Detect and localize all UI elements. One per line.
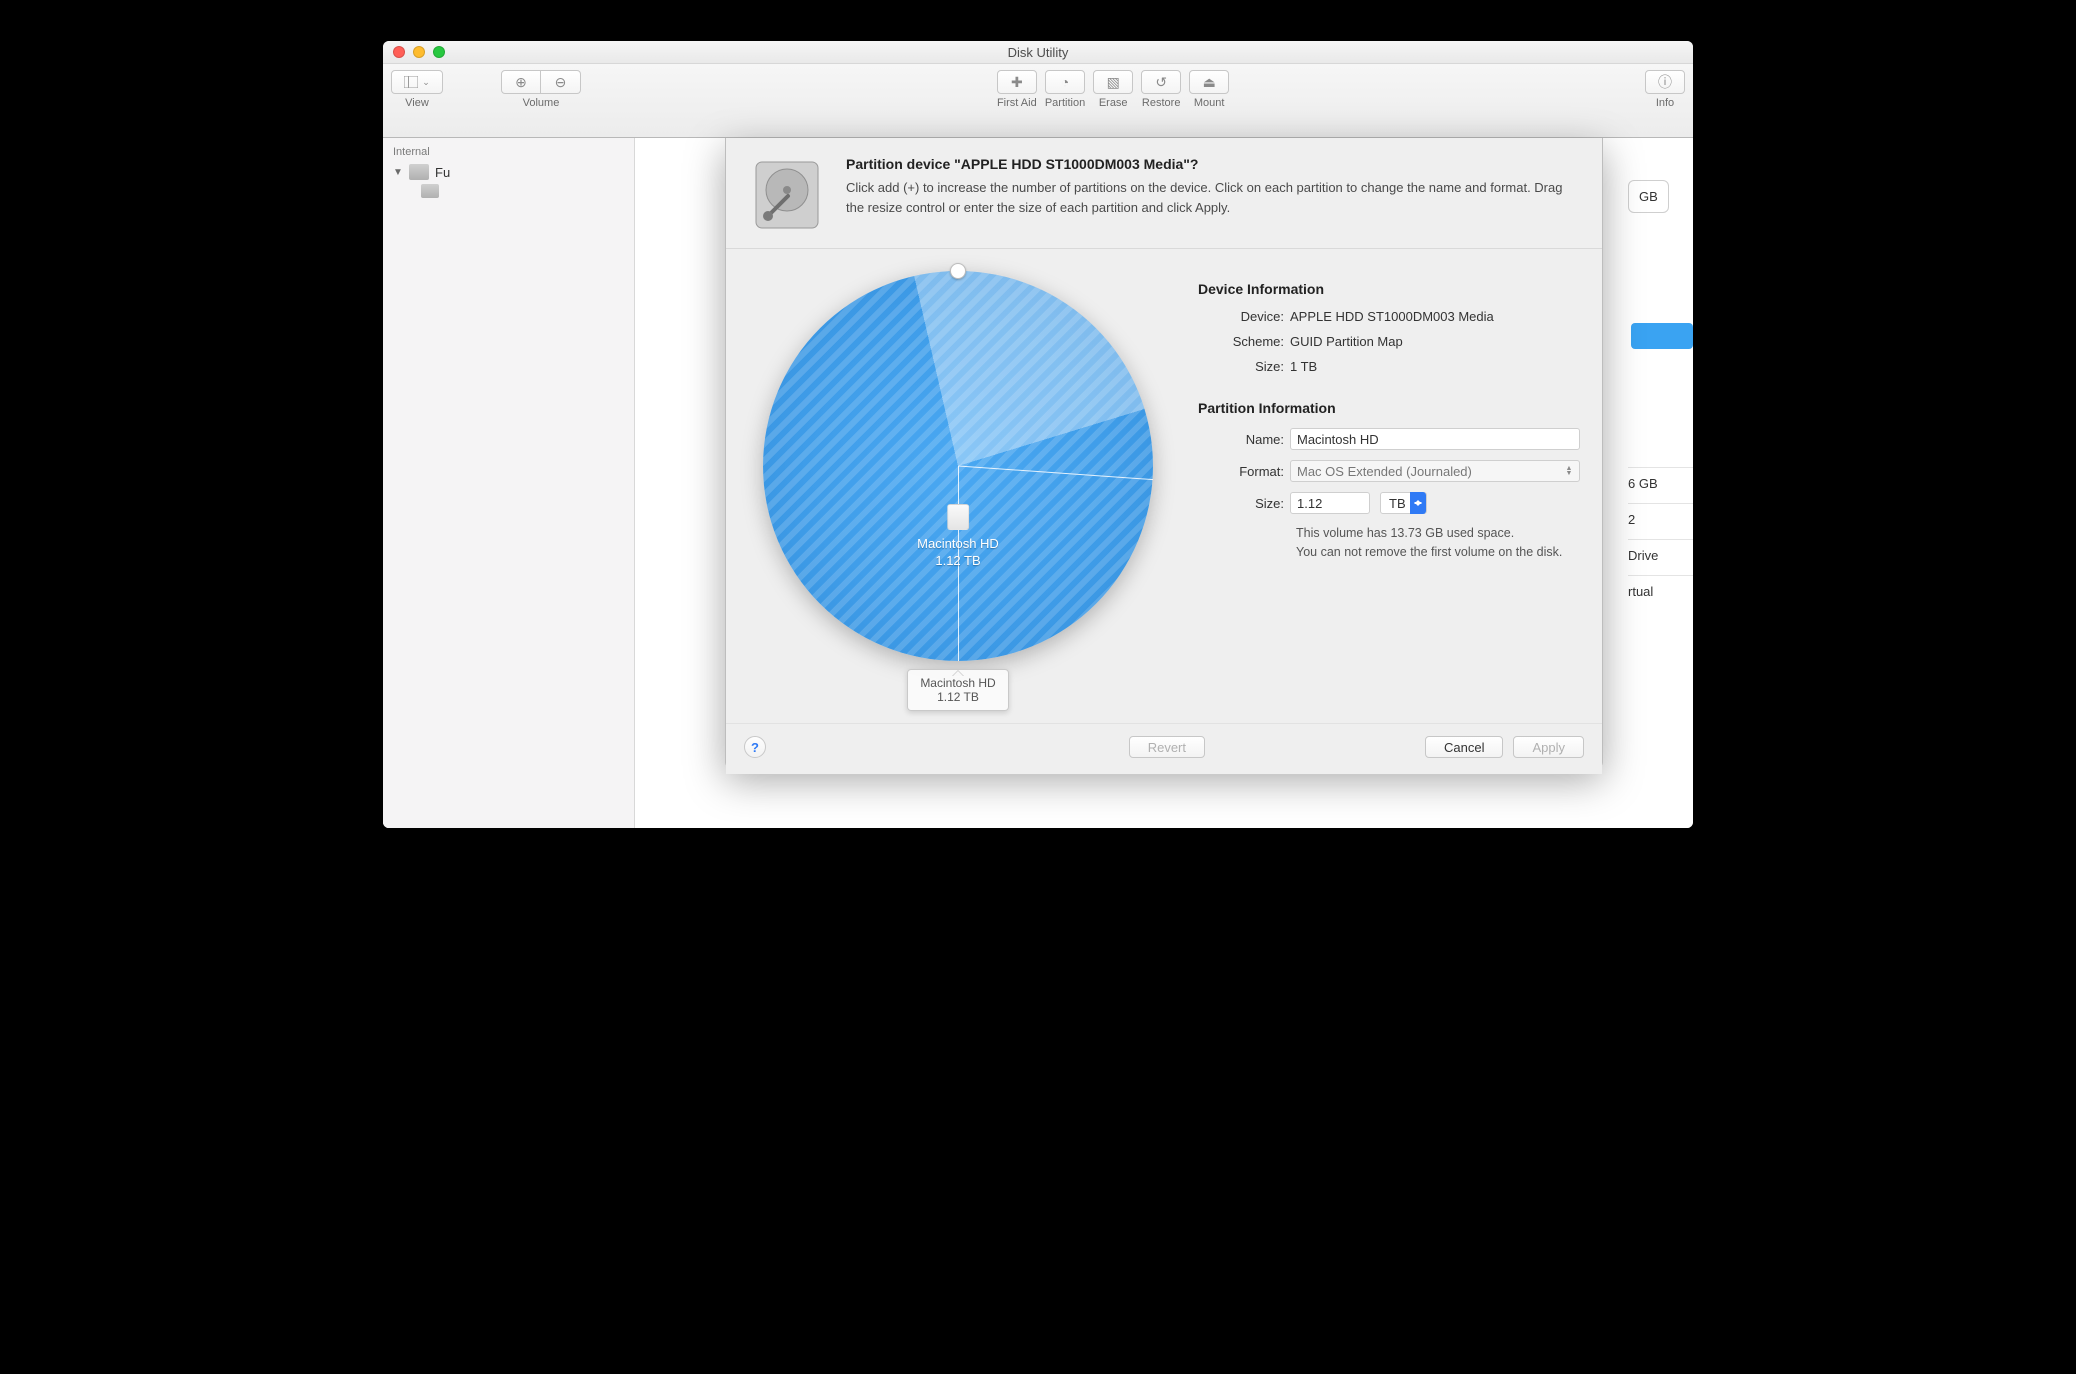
app-window: Disk Utility ⌄ View ⊕ ⊖ Volume ✚ First A… (383, 41, 1693, 828)
minimize-icon[interactable] (413, 46, 425, 58)
mount-label: Mount (1194, 97, 1225, 109)
info-label: Info (1656, 97, 1674, 109)
volume-remove-button[interactable]: ⊖ (541, 70, 581, 94)
partition-sheet: Partition device "APPLE HDD ST1000DM003 … (725, 138, 1603, 768)
bg-usage-bar (1631, 323, 1693, 349)
bg-row: rtual (1628, 575, 1693, 607)
drive-icon (409, 164, 429, 180)
partition-label: Partition (1045, 97, 1085, 109)
eject-icon: ⏏ (1203, 74, 1216, 91)
stethoscope-icon: ✚ (1011, 74, 1023, 91)
pie-slice-label: Macintosh HD 1.12 TB (917, 504, 999, 568)
info-button[interactable]: ⓘ (1645, 70, 1685, 94)
sidebar-item-label: Fu (435, 165, 450, 180)
scheme-label: Scheme: (1198, 334, 1290, 349)
toolbar: ⌄ View ⊕ ⊖ Volume ✚ First Aid ◔ Partitio… (383, 64, 1693, 138)
partition-size-input[interactable] (1290, 492, 1370, 514)
pie-slice-size: 1.12 TB (935, 553, 980, 568)
window-title: Disk Utility (383, 45, 1693, 60)
restore-icon: ↺ (1155, 74, 1167, 91)
erase-label: Erase (1099, 97, 1128, 109)
volume-add-button[interactable]: ⊕ (501, 70, 541, 94)
name-label: Name: (1198, 432, 1290, 447)
bg-row: 6 GB (1628, 467, 1693, 499)
sidebar-section: Internal (383, 142, 634, 162)
device-value: APPLE HDD ST1000DM003 Media (1290, 309, 1494, 324)
partition-pie[interactable]: Macintosh HD 1.12 TB (763, 271, 1153, 661)
volume-label: Volume (523, 97, 560, 109)
titlebar: Disk Utility (383, 41, 1693, 64)
info-icon: ⓘ (1658, 72, 1672, 92)
bg-row: Drive (1628, 539, 1693, 571)
sidebar: Internal ▼ Fu (383, 138, 635, 828)
pie-slice-name: Macintosh HD (917, 536, 999, 551)
sidebar-item-volume[interactable] (383, 182, 634, 200)
device-info-heading: Device Information (1198, 281, 1580, 297)
format-label: Format: (1198, 464, 1290, 479)
volume-icon (947, 504, 969, 530)
background-panel: GB 6 GB 2 Drive rtual (1628, 178, 1693, 828)
bg-size-pill[interactable]: GB (1628, 180, 1669, 213)
partition-info-heading: Partition Information (1198, 400, 1580, 416)
view-button[interactable]: ⌄ (391, 70, 443, 94)
device-label: Device: (1198, 309, 1290, 324)
stepper-icon: ▲▼ (1565, 466, 1573, 476)
sidebar-icon (404, 76, 418, 88)
device-size-value: 1 TB (1290, 359, 1317, 374)
sheet-description: Click add (+) to increase the number of … (846, 178, 1580, 217)
plus-volume-icon: ⊕ (515, 74, 527, 91)
cancel-button[interactable]: Cancel (1425, 736, 1503, 758)
chevron-updown-icon (1410, 492, 1426, 514)
minus-volume-icon: ⊖ (555, 74, 567, 91)
apply-button[interactable]: Apply (1513, 736, 1584, 758)
close-icon[interactable] (393, 46, 405, 58)
restore-label: Restore (1142, 97, 1181, 109)
size-note-line1: This volume has 13.73 GB used space. (1198, 524, 1580, 543)
sidebar-item-disk[interactable]: ▼ Fu (383, 162, 634, 182)
resize-handle[interactable] (950, 263, 966, 279)
help-button[interactable]: ? (744, 736, 766, 758)
size-unit-value: TB (1389, 496, 1406, 511)
size-unit-select[interactable]: TB (1380, 492, 1427, 514)
partition-name-input[interactable] (1290, 428, 1580, 450)
format-selected: Mac OS Extended (Journaled) (1297, 464, 1472, 479)
tooltip-size: 1.12 TB (920, 690, 995, 704)
content-area: GB 6 GB 2 Drive rtual (635, 138, 1693, 828)
device-size-label: Size: (1198, 359, 1290, 374)
tooltip-name: Macintosh HD (920, 676, 995, 690)
view-label: View (405, 97, 429, 109)
restore-button[interactable]: ↺ (1141, 70, 1181, 94)
erase-button[interactable]: ▧ (1093, 70, 1133, 94)
bg-row: 2 (1628, 503, 1693, 535)
first-aid-button[interactable]: ✚ (997, 70, 1037, 94)
format-select[interactable]: Mac OS Extended (Journaled) ▲▼ (1290, 460, 1580, 482)
zoom-icon[interactable] (433, 46, 445, 58)
volume-icon (421, 184, 439, 198)
pie-tooltip: Macintosh HD 1.12 TB (907, 669, 1008, 711)
mount-button[interactable]: ⏏ (1189, 70, 1229, 94)
pie-icon: ◔ (1061, 74, 1069, 90)
sheet-title: Partition device "APPLE HDD ST1000DM003 … (846, 156, 1580, 172)
first-aid-label: First Aid (997, 97, 1037, 109)
partition-size-label: Size: (1198, 496, 1290, 511)
hard-drive-icon (748, 156, 826, 234)
partition-button[interactable]: ◔ (1045, 70, 1085, 94)
window-controls (393, 46, 445, 58)
erase-icon: ▧ (1107, 74, 1120, 91)
size-note-line2: You can not remove the first volume on t… (1198, 543, 1580, 562)
scheme-value: GUID Partition Map (1290, 334, 1403, 349)
chevron-down-icon[interactable]: ▼ (393, 167, 403, 178)
revert-button[interactable]: Revert (1129, 736, 1205, 758)
